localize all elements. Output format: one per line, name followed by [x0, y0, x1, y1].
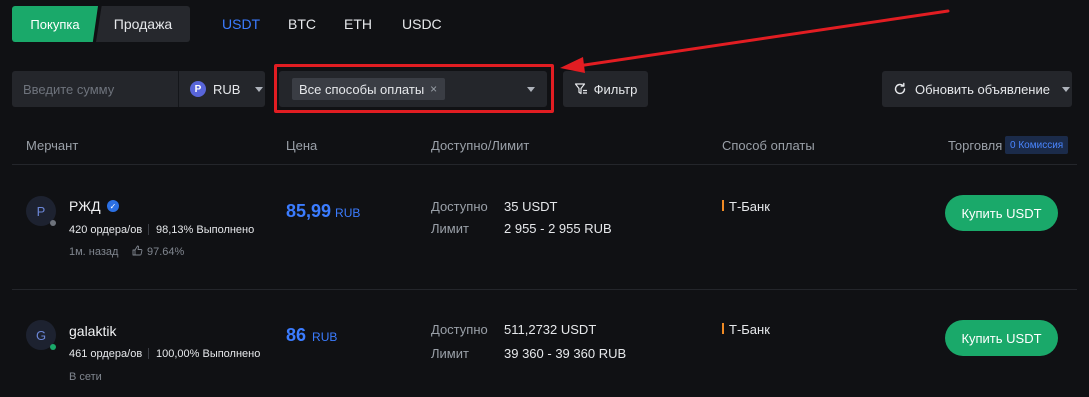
- ruble-icon: P: [190, 81, 206, 97]
- order-count: 420 ордера/ов: [69, 224, 143, 236]
- offline-status-dot: [50, 220, 56, 226]
- limit-range: 39 360 - 39 360 RUB: [504, 346, 627, 361]
- price-currency: RUB: [312, 330, 338, 344]
- column-header-merchant: Мерчант: [26, 138, 79, 153]
- coin-tab-usdt[interactable]: USDT: [222, 16, 260, 32]
- limit-label: Лимит: [431, 346, 469, 361]
- completion-rate: 98,13% Выполнено: [156, 224, 255, 236]
- buy-usdt-button[interactable]: Купить USDT: [945, 195, 1058, 231]
- refresh-button-label: Обновить объявление: [915, 81, 1050, 97]
- price: 86 RUB: [286, 325, 337, 346]
- chevron-down-icon: [255, 86, 264, 92]
- coin-tab-usdc[interactable]: USDC: [402, 16, 442, 32]
- tab-sell[interactable]: Продажа: [96, 6, 190, 42]
- amount-input[interactable]: [12, 71, 178, 107]
- column-header-available: Доступно/Лимит: [431, 138, 530, 153]
- filter-button-label: Фильтр: [593, 81, 638, 97]
- currency-select[interactable]: P RUB: [190, 71, 264, 107]
- payment-method-select[interactable]: Все способы оплаты ×: [279, 71, 547, 107]
- price: 85,99 RUB: [286, 201, 360, 222]
- divider: [148, 348, 149, 359]
- order-count: 461 ордера/ов: [69, 348, 143, 360]
- online-status: В сети: [69, 371, 102, 383]
- coin-tab-btc[interactable]: BTC: [288, 16, 316, 32]
- amount-filter: P RUB: [12, 71, 265, 107]
- online-status-dot: [50, 344, 56, 350]
- payment-method: Т-Банк: [729, 199, 770, 214]
- limit-label: Лимит: [431, 221, 469, 236]
- available-amount: 511,2732 USDT: [504, 322, 597, 337]
- verified-icon: ✓: [107, 200, 119, 212]
- column-header-trade: Торговля: [948, 138, 1003, 153]
- refresh-icon: [894, 82, 906, 95]
- filter-icon: [574, 83, 587, 95]
- payment-method-chip: Все способы оплаты ×: [292, 78, 446, 100]
- column-header-price: Цена: [286, 138, 318, 153]
- last-seen: 1м. назад: [69, 246, 119, 258]
- zero-fee-badge: 0 Комиссия: [1005, 136, 1069, 154]
- merchant-name[interactable]: galaktik: [69, 323, 116, 339]
- available-amount: 35 USDT: [504, 199, 558, 214]
- payment-method: Т-Банк: [729, 322, 770, 337]
- filter-button[interactable]: Фильтр: [563, 71, 648, 107]
- payment-color-bar: [722, 323, 724, 334]
- chevron-down-icon: [527, 87, 535, 92]
- price-value: 85,99: [286, 201, 332, 221]
- limit-range: 2 955 - 2 955 RUB: [504, 221, 612, 236]
- close-icon[interactable]: ×: [430, 83, 437, 95]
- price-currency: RUB: [335, 206, 361, 220]
- price-value: 86: [286, 325, 307, 345]
- buy-usdt-button[interactable]: Купить USDT: [945, 320, 1058, 356]
- tab-buy[interactable]: Покупка: [12, 6, 98, 42]
- payment-chip-label: Все способы оплаты: [299, 81, 425, 97]
- available-label: Доступно: [431, 199, 488, 214]
- completion-rate: 100,00% Выполнено: [156, 348, 261, 360]
- thumbs-up-icon: [132, 245, 143, 256]
- merchant-name[interactable]: РЖД: [69, 198, 101, 214]
- rating-percent: 97.64%: [147, 246, 185, 258]
- column-header-payment: Способ оплаты: [722, 138, 815, 153]
- table-row: P РЖД ✓ 420 ордера/ов 98,13% Выполнено 1…: [0, 165, 1089, 289]
- table-row: G galaktik 461 ордера/ов 100,00% Выполне…: [0, 290, 1089, 397]
- coin-tab-eth[interactable]: ETH: [344, 16, 372, 32]
- payment-color-bar: [722, 200, 724, 211]
- available-label: Доступно: [431, 322, 488, 337]
- currency-label: RUB: [213, 81, 241, 97]
- chevron-down-icon: [1061, 86, 1070, 92]
- divider: [178, 71, 179, 107]
- divider: [148, 224, 149, 235]
- refresh-ads-button[interactable]: Обновить объявление: [882, 71, 1072, 107]
